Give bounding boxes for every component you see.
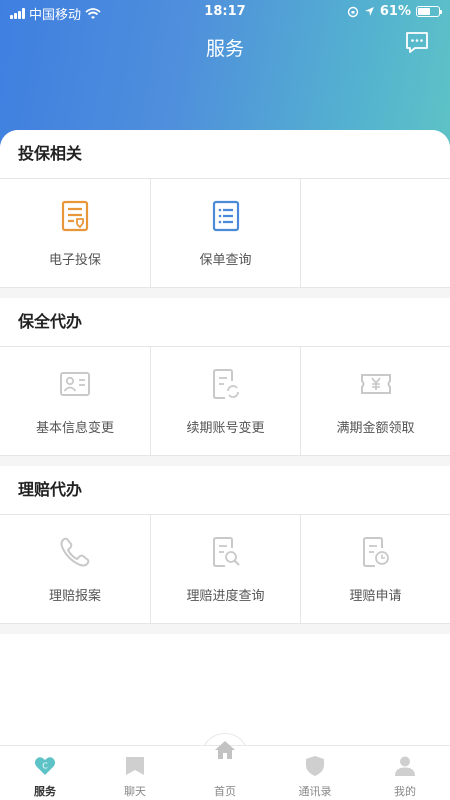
battery-percent: 61% xyxy=(379,4,411,19)
tab-contacts[interactable]: 通讯录 xyxy=(270,746,360,800)
location-icon xyxy=(364,7,374,16)
tab-label: 服务 xyxy=(34,785,56,798)
id-card-icon xyxy=(60,372,90,396)
renewal-account-change-button[interactable]: 续期账号变更 xyxy=(150,347,300,455)
search-document-icon xyxy=(212,537,240,567)
claim-apply-button[interactable]: 理赔申请 xyxy=(300,515,450,623)
section-title-insurance: 投保相关 xyxy=(0,130,450,178)
home-icon xyxy=(215,741,235,759)
tab-label: 通讯录 xyxy=(298,785,332,798)
claim-report-button[interactable]: 理赔报案 xyxy=(0,515,150,623)
section-divider xyxy=(0,624,450,634)
phone-icon xyxy=(60,537,90,567)
cell-label: 电子投保 xyxy=(48,253,101,268)
yen-ticket-icon xyxy=(360,374,391,394)
rotation-lock-icon xyxy=(347,6,359,17)
tab-label: 聊天 xyxy=(124,785,146,798)
claim-progress-button[interactable]: 理赔进度查询 xyxy=(150,515,300,623)
renew-account-icon xyxy=(212,369,239,399)
document-clock-icon xyxy=(362,537,389,567)
grid-insurance: 电子投保 保单查询 xyxy=(0,178,450,288)
cell-label: 满期金额领取 xyxy=(336,421,415,436)
section-title-claims: 理赔代办 xyxy=(0,466,450,514)
shield-icon xyxy=(306,756,324,776)
grid-preservation: 基本信息变更 续期账号变更 满期金额领取 xyxy=(0,346,450,456)
page-title: 服务 xyxy=(205,38,244,60)
heart-c-icon: C xyxy=(34,757,56,775)
message-icon[interactable] xyxy=(404,30,430,56)
cell-label: 续期账号变更 xyxy=(186,421,265,436)
cell-label: 理赔申请 xyxy=(349,589,402,604)
section-divider xyxy=(0,288,450,298)
policy-query-button[interactable]: 保单查询 xyxy=(150,179,300,287)
cell-label: 保单查询 xyxy=(199,253,252,268)
person-icon xyxy=(395,756,415,776)
bookmark-icon xyxy=(126,757,144,775)
maturity-claim-button[interactable]: 满期金额领取 xyxy=(300,347,450,455)
tab-service[interactable]: C 服务 xyxy=(0,746,90,800)
policy-list-icon xyxy=(212,200,239,232)
status-bar: 中国移动 18:17 61% xyxy=(0,0,450,24)
cell-label: 基本信息变更 xyxy=(35,421,114,436)
battery-icon xyxy=(416,6,442,17)
cell-label: 理赔报案 xyxy=(48,589,101,604)
tab-bar: C 服务 聊天 首页 通讯录 我的 xyxy=(0,741,450,800)
service-panel: 投保相关 电子投保 保单查询 保全代办 基本信息变更 续期账号变更 满期金额领取… xyxy=(0,130,450,745)
cell-label: 理赔进度查询 xyxy=(186,589,265,604)
svg-text:C: C xyxy=(42,762,48,771)
electronic-insurance-button[interactable]: 电子投保 xyxy=(0,179,150,287)
section-divider xyxy=(0,456,450,466)
tab-label: 我的 xyxy=(394,785,416,798)
tab-home[interactable]: 首页 xyxy=(180,741,270,800)
tab-mine[interactable]: 我的 xyxy=(360,746,450,800)
tab-label: 首页 xyxy=(214,785,236,798)
tab-chat[interactable]: 聊天 xyxy=(90,746,180,800)
section-title-preservation: 保全代办 xyxy=(0,298,450,346)
insurance-form-icon xyxy=(61,200,89,232)
grid-claims: 理赔报案 理赔进度查询 理赔申请 xyxy=(0,514,450,624)
basic-info-change-button[interactable]: 基本信息变更 xyxy=(0,347,150,455)
empty-cell xyxy=(300,179,450,287)
